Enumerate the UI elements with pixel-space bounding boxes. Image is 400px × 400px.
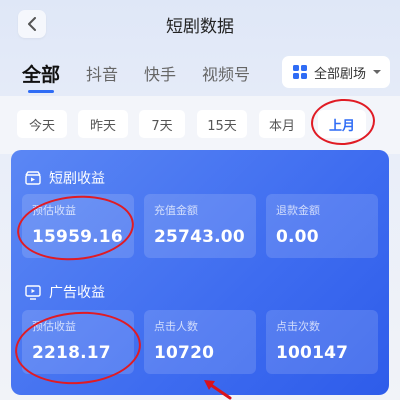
time-filter-last-month[interactable]: 上月: [318, 110, 366, 138]
stat-ad-estimated-revenue: 预估收益 2218.17: [22, 310, 134, 374]
stat-drama-estimated-revenue: 预估收益 15959.16: [22, 194, 134, 258]
stat-refund-amount: 退款金额 0.00: [266, 194, 378, 258]
stat-value: 15959.16: [32, 227, 123, 247]
stat-value: 0.00: [276, 227, 319, 247]
page-title: 短剧数据: [166, 17, 234, 37]
stat-click-count: 点击次数 100147: [266, 310, 378, 374]
stat-label: 预估收益: [32, 204, 76, 217]
clapperboard-icon: [25, 171, 41, 185]
stat-label: 充值金额: [154, 204, 198, 217]
stat-value: 10720: [154, 343, 215, 363]
time-filter-bar: 今天 昨天 7天 15天 本月 上月: [0, 96, 400, 154]
annotation-arrow-icon: [204, 380, 232, 400]
stat-value: 2218.17: [32, 343, 111, 363]
top-bar: 短剧数据: [0, 0, 400, 48]
stat-label: 预估收益: [32, 320, 76, 333]
grid-icon: [293, 65, 307, 79]
stat-value: 100147: [276, 343, 349, 363]
stat-click-users: 点击人数 10720: [144, 310, 256, 374]
caret-down-icon: [373, 70, 382, 74]
stat-label: 点击次数: [276, 320, 320, 333]
drama-revenue-header: 短剧收益: [25, 168, 105, 188]
time-filter-today[interactable]: 今天: [17, 110, 67, 138]
time-filter-yesterday[interactable]: 昨天: [78, 110, 128, 138]
theater-filter-label: 全部剧场: [314, 66, 367, 82]
platform-tabs: 全部 抖音 快手 视频号: [22, 62, 276, 86]
stat-label: 退款金额: [276, 204, 320, 217]
time-filter-this-month[interactable]: 本月: [259, 110, 305, 138]
ad-revenue-header: 广告收益: [25, 282, 105, 302]
tab-all[interactable]: 全部: [22, 64, 60, 86]
time-filter-7days[interactable]: 7天: [139, 110, 185, 138]
drama-revenue-title: 短剧收益: [49, 171, 105, 187]
monitor-play-icon: [25, 284, 41, 300]
time-filter-15days[interactable]: 15天: [197, 110, 247, 138]
stat-value: 25743.00: [154, 227, 245, 247]
tab-kuaishou[interactable]: 快手: [144, 64, 176, 86]
stat-recharge-amount: 充值金额 25743.00: [144, 194, 256, 258]
theater-filter-dropdown[interactable]: 全部剧场: [282, 56, 390, 88]
revenue-card: 短剧收益 预估收益 15959.16 充值金额 25743.00 退款金额 0.…: [11, 150, 389, 395]
tab-douyin[interactable]: 抖音: [86, 64, 118, 86]
stat-label: 点击人数: [154, 320, 198, 333]
tab-video-channel[interactable]: 视频号: [202, 64, 250, 86]
ad-revenue-title: 广告收益: [49, 285, 105, 301]
active-tab-indicator: [28, 90, 54, 93]
